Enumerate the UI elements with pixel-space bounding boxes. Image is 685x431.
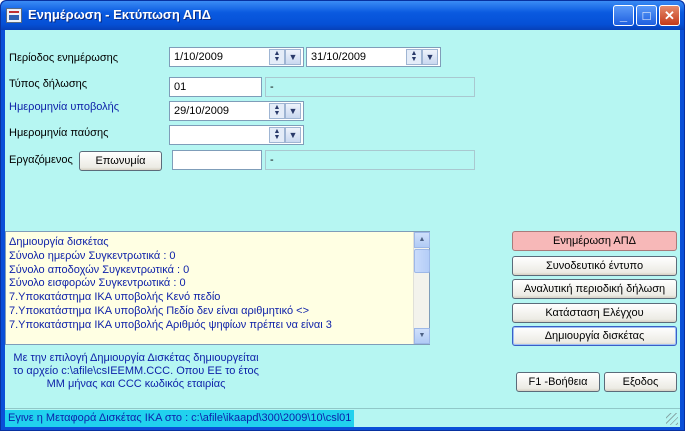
chevron-down-icon[interactable]: ▼ — [422, 49, 438, 65]
check-status-button[interactable]: Κατάσταση Ελέγχου — [512, 303, 677, 323]
log-line: 7.Υποκατάστημα ΙΚΑ υποβολής Πεδίο δεν εί… — [9, 304, 309, 317]
log-scrollbar[interactable]: ▲ ▼ — [413, 232, 430, 344]
period-to-datepicker[interactable]: 31/10/2009 ▲ ▼ ▼ — [306, 47, 441, 67]
cover-form-button[interactable]: Συνοδευτικό έντυπο — [512, 256, 677, 276]
submission-date-datepicker[interactable]: 29/10/2009 ▲ ▼ ▼ — [169, 101, 304, 121]
spin-updown-icon[interactable]: ▲ ▼ — [406, 49, 422, 65]
scroll-down-icon[interactable]: ▼ — [414, 328, 430, 344]
employee-label: Εργαζόμενος — [9, 154, 73, 166]
info-line: το αρχείο c:\afile\csIEEMM.CCC. Οπου ΕΕ … — [13, 365, 259, 377]
log-line: Δημιουργία δισκέτας — [9, 236, 109, 248]
resize-grip-icon[interactable] — [666, 413, 678, 425]
scroll-thumb[interactable] — [414, 249, 430, 273]
info-line: ΜΜ μήνας και CCC κωδικός εταιρίας — [46, 378, 226, 390]
termination-date-datepicker[interactable]: ▲ ▼ ▼ — [169, 125, 304, 145]
title-bar[interactable]: Ενημέρωση - Εκτύπωση ΑΠΔ _ □ ✕ — [1, 1, 684, 30]
declaration-type-label: Τύπος δήλωσης — [9, 78, 88, 90]
spin-updown-icon[interactable]: ▲ ▼ — [269, 49, 285, 65]
status-text: Εγινε η Μεταφορά Δισκέτας ΙΚΑ στο : c:\a… — [5, 410, 355, 427]
surname-button[interactable]: Επωνυμία — [79, 151, 162, 171]
maximize-button[interactable]: □ — [636, 5, 657, 26]
log-line: Σύνολο ημερών Συγκεντρωτικά : 0 — [9, 249, 176, 262]
spin-updown-icon[interactable]: ▲ ▼ — [269, 103, 285, 119]
window-title: Ενημέρωση - Εκτύπωση ΑΠΔ — [28, 7, 212, 22]
status-bar: Εγινε η Μεταφορά Δισκέτας ΙΚΑ στο : c:\a… — [5, 408, 680, 427]
analytic-declaration-button[interactable]: Αναλυτική περιοδική δήλωση — [512, 279, 677, 299]
declaration-type-description: - — [265, 77, 475, 97]
log-textbox[interactable]: Δημιουργία δισκέτας Σύνολο ημερών Συγκεν… — [5, 231, 430, 345]
log-line: 7.Υποκατάστημα ΙΚΑ υποβολής Αριθμός ψηφί… — [9, 318, 332, 331]
main-window: Ενημέρωση - Εκτύπωση ΑΠΔ _ □ ✕ Περίοδος … — [0, 0, 685, 431]
declaration-type-input[interactable]: 01 — [169, 77, 262, 97]
create-diskette-button[interactable]: Δημιουργία δισκέτας — [512, 326, 677, 346]
log-line: Σύνολο αποδοχών Συγκεντρωτικά : 0 — [9, 263, 190, 276]
submission-date-value: 29/10/2009 — [174, 105, 230, 117]
spin-updown-icon[interactable]: ▲ ▼ — [269, 127, 285, 143]
log-line: 7.Υποκατάστημα ΙΚΑ υποβολής Κενό πεδίο — [9, 291, 221, 304]
period-from-value: 1/10/2009 — [174, 51, 223, 63]
submission-date-label: Ημερομηνία υποβολής — [9, 101, 120, 113]
chevron-down-icon[interactable]: ▼ — [285, 49, 301, 65]
log-lines: Δημιουργία δισκέτας Σύνολο ημερών Συγκεν… — [9, 236, 414, 333]
log-line: Σύνολο εισφορών Συγκεντρωτικά : 0 — [9, 277, 186, 290]
period-to-value: 31/10/2009 — [311, 51, 367, 63]
period-label: Περίοδος ενημέρωσης — [9, 52, 119, 64]
close-button[interactable]: ✕ — [659, 5, 680, 26]
update-apd-button[interactable]: Ενημέρωση ΑΠΔ — [512, 231, 677, 251]
employee-input[interactable] — [172, 150, 262, 170]
info-line: Με την επιλογή Δημιουργία Δισκέτας δημιο… — [13, 352, 259, 364]
help-button[interactable]: F1 -Βοήθεια — [516, 372, 600, 392]
app-icon — [6, 8, 22, 23]
exit-button[interactable]: Εξοδος — [604, 372, 677, 392]
termination-date-label: Ημερομηνία παύσης — [9, 127, 109, 139]
chevron-down-icon[interactable]: ▼ — [285, 103, 301, 119]
chevron-down-icon[interactable]: ▼ — [285, 127, 301, 143]
period-from-datepicker[interactable]: 1/10/2009 ▲ ▼ ▼ — [169, 47, 304, 67]
minimize-button[interactable]: _ — [613, 5, 634, 26]
employee-description: - — [265, 150, 475, 170]
scroll-up-icon[interactable]: ▲ — [414, 232, 430, 248]
form-body: Περίοδος ενημέρωσης 1/10/2009 ▲ ▼ ▼ 31/10… — [5, 30, 680, 427]
diskette-info-text: Με την επιλογή Δημιουργία Δισκέτας δημιο… — [5, 352, 267, 391]
